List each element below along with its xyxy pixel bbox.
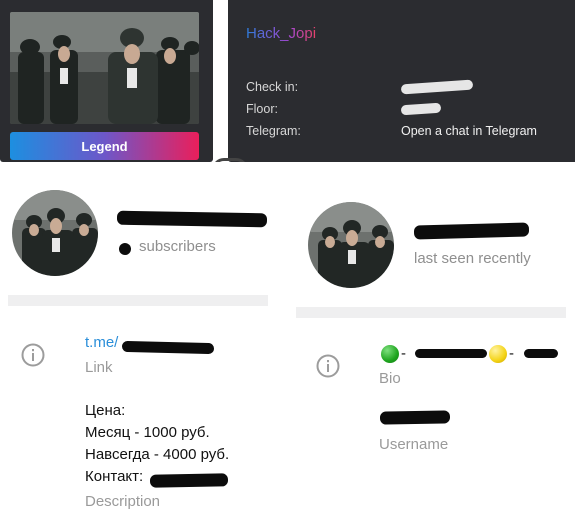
username-caption: Username <box>379 436 449 453</box>
user-name-redacted <box>413 222 530 240</box>
floor-label: Floor: <box>246 102 278 116</box>
username-redacted <box>379 410 451 425</box>
bio-redacted <box>415 349 487 358</box>
channel-link[interactable]: t.me/ <box>85 334 118 351</box>
bio-caption: Bio <box>379 370 401 387</box>
description-line: Навсегда - 4000 руб. <box>85 446 230 463</box>
user-avatar[interactable] <box>308 202 394 288</box>
description-line: Цена: <box>85 402 126 419</box>
profile-cover-card: Legend <box>0 0 213 162</box>
description-line: Месяц - 1000 руб. <box>85 424 210 441</box>
profile-info-card: Hack_Jopi Check in: Floor: Telegram: Ope… <box>228 0 575 162</box>
legend-badge-button[interactable]: Legend <box>10 132 199 160</box>
user-info-panel: last seen recently - - Bio Username <box>294 162 575 516</box>
cover-image <box>10 12 199 124</box>
channel-link-text[interactable]: t.me/ <box>85 334 118 351</box>
bio-redacted <box>524 349 558 358</box>
forum-profile-header: Legend Hack_Jopi Check in: Floor: Telegr… <box>0 0 575 170</box>
description-caption: Description <box>85 493 161 510</box>
info-icon <box>316 354 340 378</box>
channel-avatar[interactable] <box>12 190 98 276</box>
green-circle-icon <box>381 345 399 363</box>
check-in-label: Check in: <box>246 80 299 94</box>
profile-username[interactable]: Hack_Jopi <box>246 25 316 42</box>
channel-info-panel: subscribers t.me/ Link Цена: Месяц - 100… <box>0 162 268 516</box>
subscriber-count-redacted <box>119 243 131 255</box>
channel-name-redacted <box>116 210 268 228</box>
info-icon <box>21 343 45 367</box>
yellow-circle-icon <box>489 345 507 363</box>
bio-separator: - <box>509 345 514 362</box>
contact-redacted <box>149 473 229 488</box>
telegram-chat-link[interactable]: Open a chat in Telegram <box>401 124 537 138</box>
check-in-value-redacted <box>400 79 474 95</box>
channel-link-redacted <box>121 340 215 355</box>
bio-separator: - <box>401 345 406 362</box>
section-divider <box>296 307 566 318</box>
telegram-label: Telegram: <box>246 124 301 138</box>
subscriber-count-label: subscribers <box>139 238 216 255</box>
floor-value-redacted <box>400 102 442 116</box>
link-caption: Link <box>85 359 113 376</box>
user-status: last seen recently <box>414 250 531 267</box>
section-divider <box>8 295 268 306</box>
